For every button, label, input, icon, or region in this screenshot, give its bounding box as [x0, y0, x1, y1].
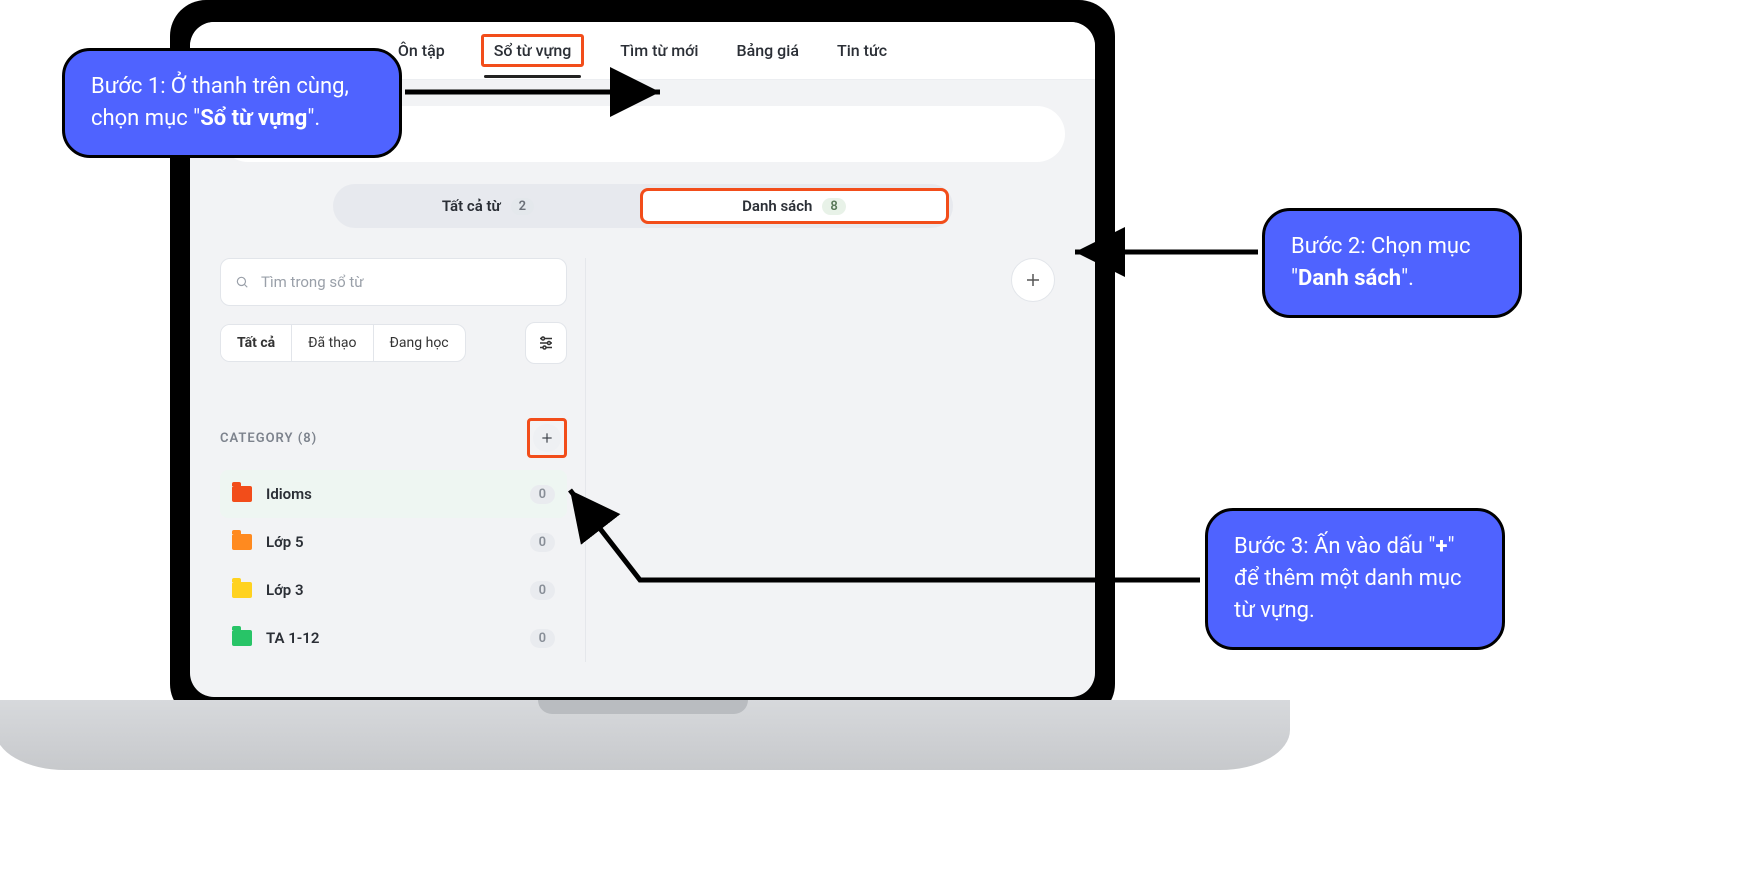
arrow-step3: [0, 0, 1745, 896]
